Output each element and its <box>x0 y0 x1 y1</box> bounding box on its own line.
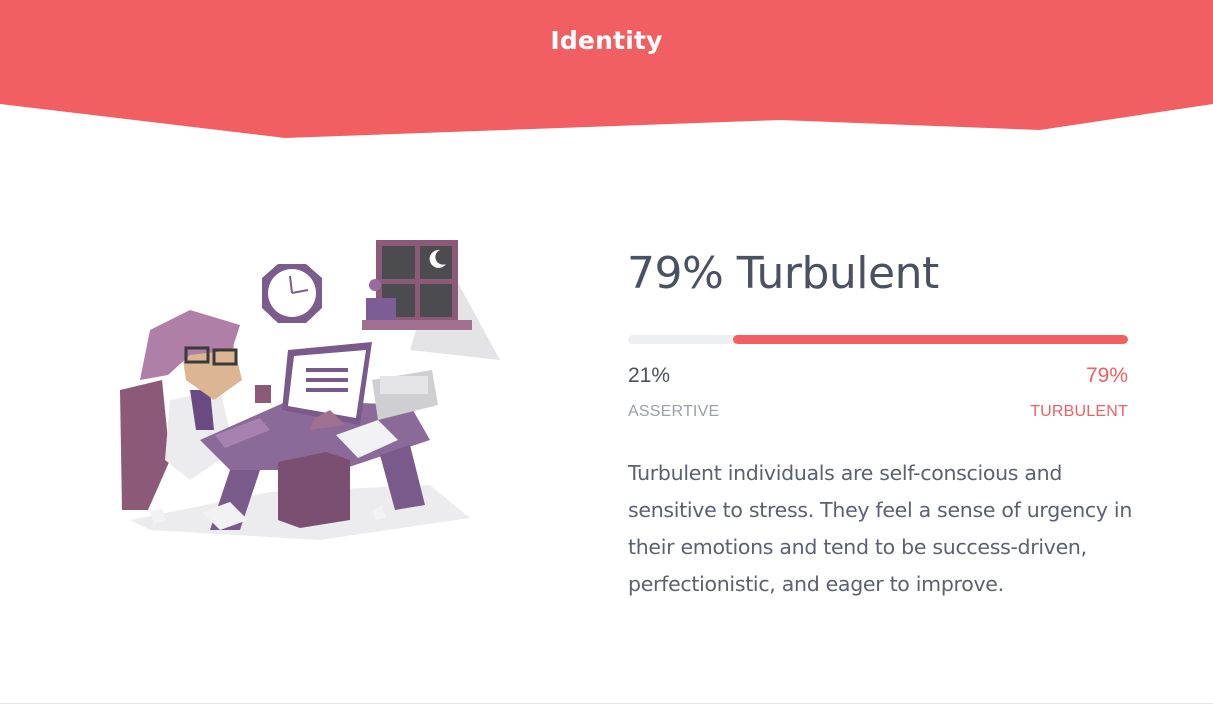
identity-section: Identity 79% Turbulent 21% 79% ASSERTIVE… <box>0 0 1213 704</box>
turbulent-percent: 79% <box>1085 364 1128 387</box>
turbulent-label: TURBULENT <box>1030 403 1128 420</box>
trait-progress-fill <box>733 335 1128 344</box>
assertive-label: ASSERTIVE <box>628 403 720 420</box>
turbulent-person-at-desk-illustration <box>120 240 500 540</box>
section-title: Identity <box>550 26 663 55</box>
printer-icon <box>372 370 438 420</box>
assertive-percent: 21% <box>628 364 671 387</box>
trait-progress-bar <box>628 335 1128 344</box>
trait-description: Turbulent individuals are self-conscious… <box>628 461 1133 596</box>
clock-icon <box>262 264 322 323</box>
header-banner <box>0 0 1213 138</box>
trait-heading: 79% Turbulent <box>627 248 939 299</box>
